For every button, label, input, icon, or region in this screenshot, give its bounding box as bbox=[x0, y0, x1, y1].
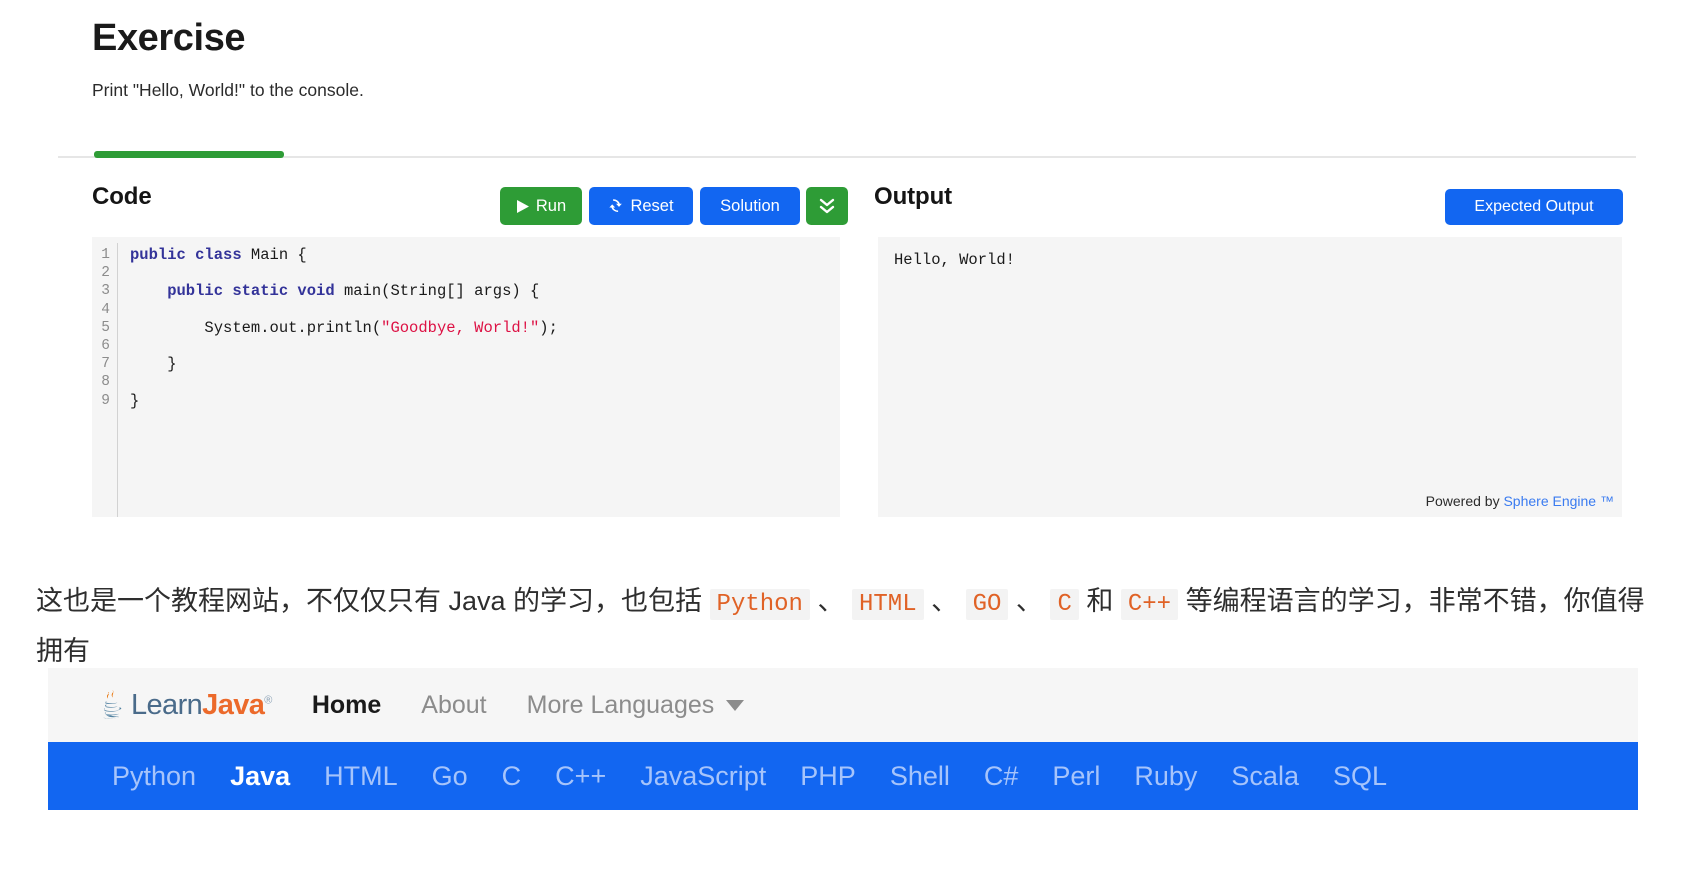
code-token: } bbox=[130, 355, 177, 374]
brand-trademark: ® bbox=[264, 693, 272, 706]
code-token: main(String[] args) { bbox=[343, 282, 540, 301]
page-title: Exercise bbox=[92, 17, 246, 59]
code-editor-panel[interactable]: 1 2345 6789 public class Main { public sta… bbox=[92, 237, 840, 517]
code-line: public static void main(String[] args) { bbox=[130, 282, 840, 300]
language-link-shell[interactable]: Shell bbox=[890, 761, 950, 792]
expected-output-button-label: Expected Output bbox=[1474, 198, 1594, 215]
line-number-gutter: 1 2345 6789 bbox=[92, 243, 118, 517]
output-console-panel: Hello, World! Powered by Sphere Engine ™ bbox=[878, 237, 1622, 517]
code-text-area[interactable]: public class Main { public static void m… bbox=[118, 243, 840, 517]
site-navbar: LearnJava® Home About More Languages bbox=[48, 668, 1638, 742]
exercise-header: Exercise Print "Hello, World!" to the co… bbox=[92, 17, 364, 102]
chevron-down-icon bbox=[726, 699, 745, 711]
language-link-php[interactable]: PHP bbox=[800, 761, 856, 792]
code-token: Main { bbox=[250, 246, 307, 264]
brand-text: LearnJava® bbox=[131, 689, 272, 722]
commentary-seg-2: 、 bbox=[809, 586, 852, 616]
refresh-icon bbox=[608, 198, 624, 214]
run-button[interactable]: Run bbox=[500, 187, 582, 225]
inline-code-html: HTML bbox=[851, 589, 924, 620]
brand-java-text: Java bbox=[202, 688, 265, 721]
commentary-seg-5: 和 bbox=[1078, 586, 1121, 616]
language-link-c++[interactable]: C++ bbox=[555, 761, 606, 792]
expected-output-button[interactable]: Expected Output bbox=[1445, 189, 1623, 225]
language-link-ruby[interactable]: Ruby bbox=[1134, 761, 1197, 792]
commentary-paragraph: 这也是一个教程网站，不仅仅只有 Java 的学习，也包括 Python 、 HT… bbox=[36, 578, 1666, 675]
navbar-links: Home About More Languages bbox=[312, 691, 745, 720]
code-token: "Goodbye, World!" bbox=[381, 318, 540, 337]
nav-link-label: About bbox=[421, 690, 487, 719]
inline-code-python: Python bbox=[709, 589, 810, 620]
inline-code-c: C bbox=[1050, 589, 1079, 620]
active-tab-indicator bbox=[94, 151, 284, 158]
language-link-java[interactable]: Java bbox=[230, 761, 290, 792]
output-panel-heading: Output bbox=[874, 183, 953, 210]
solution-button-label: Solution bbox=[720, 196, 780, 215]
code-line: } bbox=[130, 392, 840, 410]
powered-by-prefix: Powered by bbox=[1425, 493, 1504, 509]
reset-button[interactable]: Reset bbox=[589, 187, 693, 225]
powered-by-credit: Powered by Sphere Engine ™ bbox=[1426, 493, 1614, 509]
commentary-seg-4: 、 bbox=[1008, 586, 1051, 616]
line-number: 1 bbox=[101, 247, 110, 263]
line-number: 4 bbox=[101, 301, 110, 318]
reset-button-label: Reset bbox=[630, 196, 674, 215]
code-line: System.out.println("Goodbye, World!"); bbox=[130, 319, 840, 337]
nav-link-more-languages[interactable]: More Languages bbox=[527, 691, 745, 720]
language-link-scala[interactable]: Scala bbox=[1231, 761, 1299, 792]
language-list: Python Java HTML Go C C++ JavaScript PHP Shell C#… bbox=[112, 761, 1387, 792]
exercise-description: Print "Hello, World!" to the console. bbox=[92, 79, 364, 100]
line-number: 9 bbox=[101, 392, 110, 409]
output-console-text: Hello, World! bbox=[894, 251, 1015, 269]
language-link-c[interactable]: C bbox=[502, 761, 522, 792]
code-panel-heading: Code bbox=[92, 183, 152, 210]
language-link-c#[interactable]: C# bbox=[984, 761, 1019, 792]
nav-link-label: More Languages bbox=[526, 690, 715, 719]
code-token: } bbox=[130, 391, 140, 410]
commentary-seg-3: 、 bbox=[923, 586, 966, 616]
code-line: } bbox=[130, 355, 840, 373]
language-link-go[interactable]: Go bbox=[432, 761, 468, 792]
code-token: ); bbox=[539, 318, 558, 337]
commentary-seg-1: 这也是一个教程网站，不仅仅只有 Java 的学习，也包括 bbox=[36, 586, 710, 616]
line-number: 6 bbox=[101, 338, 110, 355]
nav-link-about[interactable]: About bbox=[421, 691, 486, 720]
java-cup-icon bbox=[96, 688, 130, 722]
language-link-perl[interactable]: Perl bbox=[1052, 761, 1100, 792]
language-link-html[interactable]: HTML bbox=[324, 761, 398, 792]
brand-learn-text: Learn bbox=[131, 688, 203, 721]
tab-divider bbox=[58, 156, 1636, 158]
solution-button[interactable]: Solution bbox=[700, 187, 800, 225]
line-number: 5 bbox=[101, 319, 110, 336]
run-button-label: Run bbox=[535, 196, 567, 215]
code-token: System.out.println( bbox=[130, 318, 382, 337]
double-chevron-down-icon bbox=[819, 197, 835, 215]
line-number: 8 bbox=[101, 374, 110, 391]
language-link-sql[interactable]: SQL bbox=[1333, 761, 1387, 792]
code-line: public class Main { bbox=[130, 246, 840, 264]
nav-link-home[interactable]: Home bbox=[312, 691, 381, 720]
code-token: public class bbox=[130, 246, 251, 264]
brand-logo-link[interactable]: LearnJava® bbox=[96, 688, 272, 722]
nav-link-label: Home bbox=[311, 690, 382, 719]
code-token: public static void bbox=[130, 282, 344, 301]
exercise-page: Exercise Print "Hello, World!" to the co… bbox=[0, 0, 1688, 876]
line-number: 2 bbox=[101, 265, 110, 282]
inline-code-cpp: C++ bbox=[1120, 589, 1179, 620]
inline-code-go: GO bbox=[965, 589, 1009, 620]
sphere-engine-link[interactable]: Sphere Engine ™ bbox=[1503, 493, 1614, 509]
line-number: 7 bbox=[101, 356, 110, 373]
language-link-python[interactable]: Python bbox=[112, 761, 196, 792]
play-icon bbox=[516, 199, 530, 214]
expand-button[interactable] bbox=[806, 187, 848, 225]
line-number: 3 bbox=[101, 283, 110, 300]
language-link-javascript[interactable]: JavaScript bbox=[640, 761, 766, 792]
language-bar: Python Java HTML Go C C++ JavaScript PHP Shell C#… bbox=[48, 742, 1638, 810]
